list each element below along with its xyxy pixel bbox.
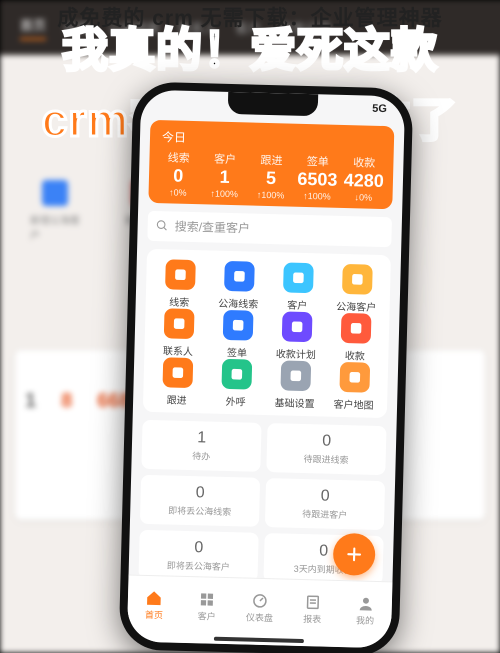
module-label: 客户地图 <box>333 396 373 412</box>
stat-delta: ↑100% <box>247 189 294 200</box>
stat-value: 4280 <box>340 171 387 192</box>
contract-icon <box>222 310 253 341</box>
pending-label: 待跟进客户 <box>269 506 380 522</box>
tab-label: 我的 <box>356 613 374 626</box>
tab-label: 仪表盘 <box>246 611 273 625</box>
module-label: 外呼 <box>225 393 245 409</box>
search-input[interactable]: 搜索/查重客户 <box>147 211 392 247</box>
tab-label: 报表 <box>303 612 321 625</box>
dashboard-stat[interactable]: 签单6503↑100% <box>294 153 342 202</box>
module-settings2[interactable]: 基础设置 <box>265 360 325 411</box>
module-payment-plan[interactable]: 收款计划 <box>266 311 326 362</box>
module-pool-leads[interactable]: 公海线索 <box>209 260 269 311</box>
dashboard-stat[interactable]: 线索0↑0% <box>154 149 202 198</box>
mon-shortcut: 新增公海客户 <box>30 180 80 245</box>
module-label: 公海客户 <box>336 298 376 314</box>
module-label: 跟进 <box>166 391 186 407</box>
pending-label: 待跟进线索 <box>271 451 382 467</box>
stat-label: 线索 <box>155 149 202 166</box>
stat-delta: ↓0% <box>340 192 387 203</box>
stat-delta: ↑100% <box>201 188 248 199</box>
stat-label: 客户 <box>202 150 249 167</box>
dashboard-stat[interactable]: 收款4280↓0% <box>340 154 388 203</box>
contact-icon <box>163 308 194 339</box>
map-icon <box>339 362 370 393</box>
module-label: 签单 <box>227 344 247 360</box>
stat-value: 1 <box>201 167 248 188</box>
tab-label: 客户 <box>198 609 216 622</box>
followup-icon <box>162 357 193 388</box>
search-icon <box>156 219 169 232</box>
module-pool-customer[interactable]: 公海客户 <box>327 263 387 314</box>
settings2-icon <box>280 360 311 391</box>
tab-home[interactable]: 首页 <box>127 575 181 634</box>
dashboard-day-label: 今日 <box>156 128 388 151</box>
module-label: 收款 <box>345 347 365 363</box>
module-contract[interactable]: 签单 <box>207 309 267 360</box>
payment-icon <box>340 313 371 344</box>
pending-count: 0 <box>143 538 254 559</box>
tab-label: 首页 <box>145 608 163 621</box>
stat-label: 签单 <box>294 153 341 170</box>
module-label: 基础设置 <box>274 394 314 410</box>
module-grid: 线索 公海线索 客户 公海客户联系人 签单 收款计划 收款跟进 外呼 基础设置 客户地图 <box>143 249 391 418</box>
module-contact[interactable]: 联系人 <box>148 308 208 359</box>
customer-icon <box>283 262 314 293</box>
today-dashboard-card: 今日 线索0↑0%客户1↑100%跟进5↑100%签单6503↑100%收款42… <box>148 120 394 209</box>
promo-caption-line1: 我真的！爱死这款 <box>0 14 500 80</box>
pool-customer-icon <box>341 264 372 295</box>
stat-value: 6503 <box>294 170 341 191</box>
pool-leads-icon <box>224 261 255 292</box>
module-label: 客户 <box>287 296 307 312</box>
module-label: 公海线索 <box>218 295 258 311</box>
plus-icon <box>344 544 365 565</box>
pending-label: 即将丢公海客户 <box>143 558 254 574</box>
tab-report[interactable]: 报表 <box>285 580 339 639</box>
stat-label: 跟进 <box>248 151 295 168</box>
tab-dashboard-icon <box>251 592 269 610</box>
stat-label: 收款 <box>341 154 388 171</box>
tab-dashboard[interactable]: 仪表盘 <box>233 578 287 637</box>
pending-count: 0 <box>269 486 380 507</box>
module-label: 收款计划 <box>276 345 316 361</box>
pending-card[interactable]: 1待办 <box>141 420 261 472</box>
tab-report-icon <box>303 593 321 611</box>
module-leads[interactable]: 线索 <box>150 259 210 310</box>
stat-delta: ↑0% <box>154 187 201 198</box>
dashboard-stat[interactable]: 跟进5↑100% <box>247 151 295 200</box>
stat-value: 0 <box>155 166 202 187</box>
tab-customer[interactable]: 客户 <box>180 577 234 636</box>
module-map[interactable]: 客户地图 <box>324 361 384 412</box>
pending-count: 0 <box>271 431 382 452</box>
module-callout[interactable]: 外呼 <box>206 358 266 409</box>
pending-card[interactable]: 0待跟进客户 <box>265 478 385 530</box>
tab-home-icon <box>145 589 163 607</box>
phone-notch <box>228 92 319 116</box>
stat-value: 5 <box>248 168 295 189</box>
callout-icon <box>221 359 252 390</box>
pending-label: 即将丢公海线索 <box>144 503 255 519</box>
module-payment[interactable]: 收款 <box>325 312 385 363</box>
dashboard-stat[interactable]: 客户1↑100% <box>201 150 249 199</box>
module-followup[interactable]: 跟进 <box>147 357 207 408</box>
payment-plan-icon <box>281 311 312 342</box>
module-label: 联系人 <box>163 342 193 358</box>
pending-card[interactable]: 0待跟进线索 <box>266 423 386 475</box>
stat-delta: ↑100% <box>294 190 341 201</box>
leads-icon <box>165 259 196 290</box>
tab-customer-icon <box>198 590 216 608</box>
tab-me[interactable]: 我的 <box>338 581 392 640</box>
pending-label: 待办 <box>146 448 257 464</box>
search-placeholder: 搜索/查重客户 <box>174 218 250 237</box>
tab-me-icon <box>356 594 374 612</box>
module-label: 线索 <box>169 293 189 309</box>
pending-card[interactable]: 0即将丢公海客户 <box>138 530 258 582</box>
module-customer[interactable]: 客户 <box>268 262 328 313</box>
pending-card[interactable]: 0即将丢公海线索 <box>140 475 260 527</box>
pending-count: 1 <box>146 428 257 449</box>
pending-count: 0 <box>145 483 256 504</box>
phone-device: 5G 今日 线索0↑0%客户1↑100%跟进5↑100%签单6503↑100%收… <box>119 81 414 653</box>
